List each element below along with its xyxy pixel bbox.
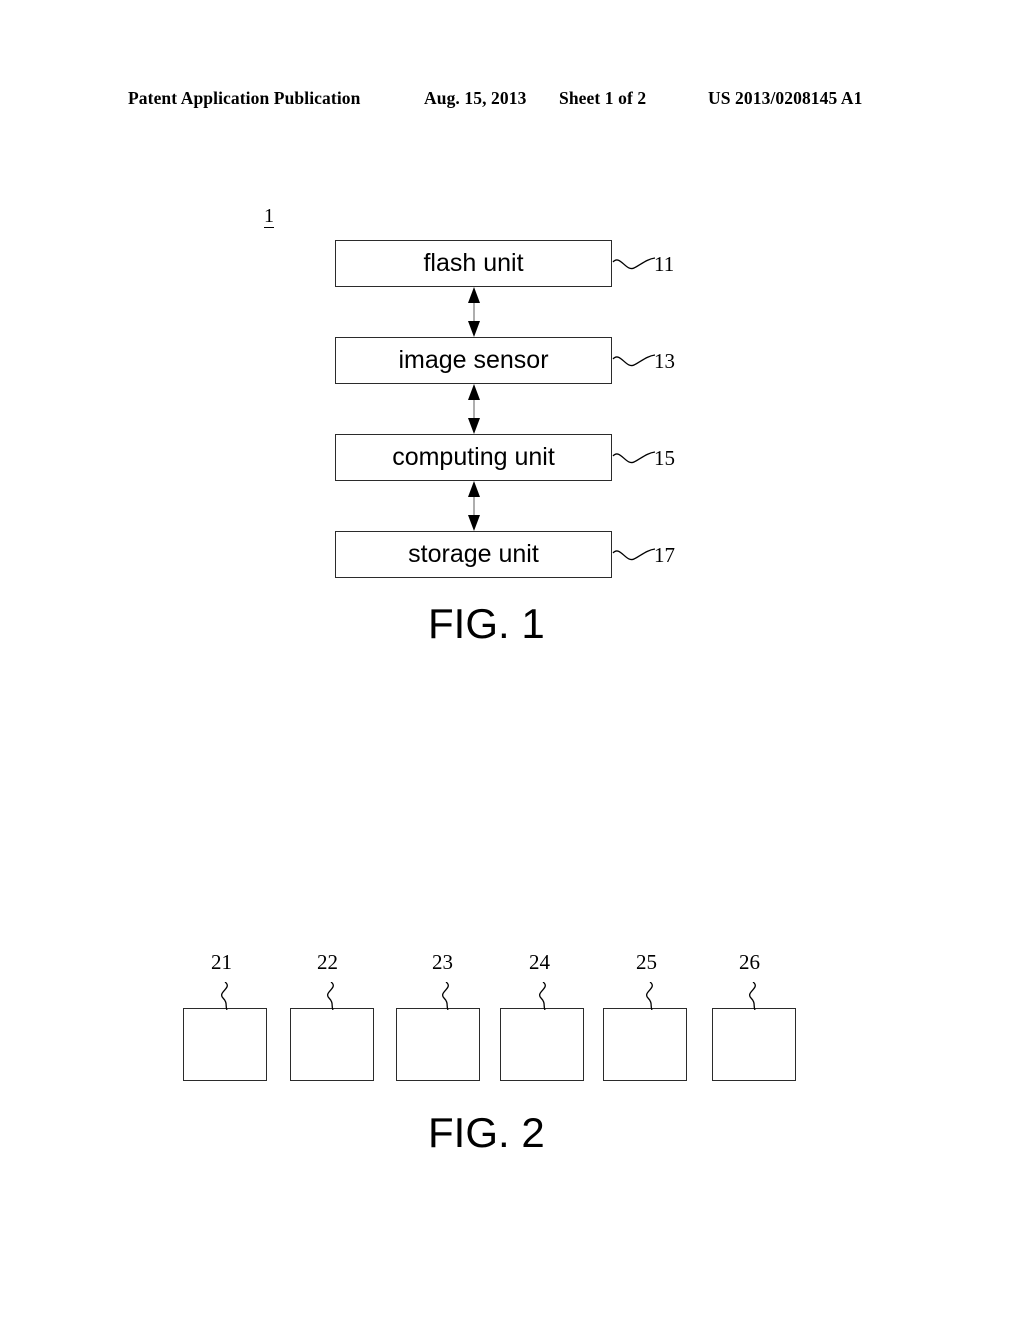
- fig2-block-26: [712, 1008, 796, 1081]
- leader-line-icon: [327, 982, 334, 1010]
- reference-numeral: 21: [211, 950, 232, 974]
- fig2-block-23: [396, 1008, 480, 1081]
- leader-line-icon: [646, 982, 653, 1010]
- reference-numeral: 25: [636, 950, 657, 974]
- leader-line-icon: [221, 982, 228, 1010]
- reference-numeral: 22: [317, 950, 338, 974]
- fig2-block-21: [183, 1008, 267, 1081]
- fig2-block-24: [500, 1008, 584, 1081]
- reference-numeral: 24: [529, 950, 550, 974]
- fig2-block-22: [290, 1008, 374, 1081]
- fig2-block-25: [603, 1008, 687, 1081]
- figure-2-caption: FIG. 2: [428, 1109, 545, 1156]
- figure-2: 21 22 23 24 25 26 FIG. 2: [0, 0, 1024, 1320]
- reference-numeral: 23: [432, 950, 453, 974]
- leader-line-icon: [749, 982, 756, 1010]
- leader-line-icon: [539, 982, 546, 1010]
- leader-line-icon: [442, 982, 449, 1010]
- reference-numeral: 26: [739, 950, 760, 974]
